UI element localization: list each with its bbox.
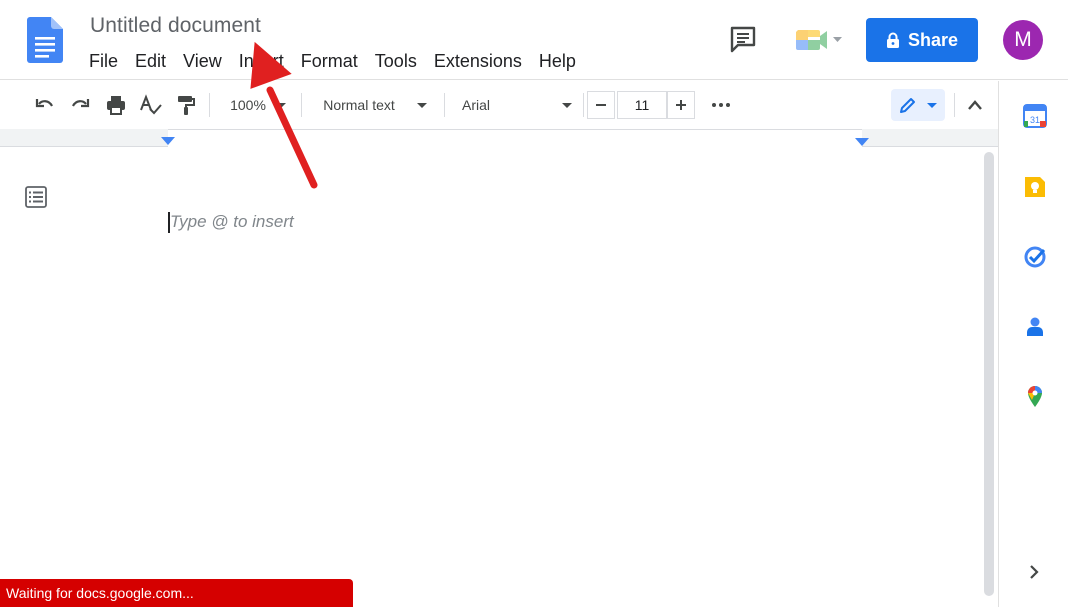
- spellcheck-icon: [140, 94, 162, 115]
- decrease-font-size-button[interactable]: [587, 91, 615, 119]
- chevron-down-icon: [562, 102, 572, 108]
- document-placeholder[interactable]: Type @ to insert: [170, 212, 294, 232]
- docs-logo-icon[interactable]: [27, 17, 63, 63]
- menu-insert[interactable]: Insert: [239, 50, 284, 72]
- paint-format-button[interactable]: [173, 81, 199, 129]
- font-family-select[interactable]: Arial: [458, 81, 576, 129]
- share-button[interactable]: Share: [866, 18, 978, 62]
- zoom-select[interactable]: 100%: [222, 81, 294, 129]
- undo-icon: [35, 99, 53, 108]
- contacts-icon[interactable]: [1022, 314, 1048, 340]
- document-outline-icon[interactable]: [24, 185, 48, 209]
- editing-mode-button[interactable]: [891, 89, 945, 121]
- comments-icon[interactable]: [728, 24, 758, 54]
- menu-extensions[interactable]: Extensions: [434, 50, 522, 72]
- spellcheck-button[interactable]: [138, 81, 164, 129]
- account-avatar[interactable]: M: [1003, 20, 1043, 60]
- toolbar-divider: [301, 93, 302, 117]
- menu-file[interactable]: File: [89, 50, 118, 72]
- app-header: Untitled document File Edit View Insert …: [0, 0, 1068, 80]
- menu-help[interactable]: Help: [539, 50, 576, 72]
- share-label: Share: [907, 29, 959, 50]
- menu-format[interactable]: Format: [301, 50, 358, 72]
- ruler[interactable]: [0, 129, 998, 147]
- menu-edit[interactable]: Edit: [135, 50, 166, 72]
- toolbar-divider: [583, 93, 584, 117]
- document-canvas[interactable]: [0, 148, 998, 607]
- chevron-down-icon: [416, 102, 427, 108]
- document-title[interactable]: Untitled document: [90, 14, 261, 38]
- plus-icon: [676, 100, 686, 110]
- font-family-value: Arial: [462, 97, 491, 113]
- chevron-up-icon: [968, 100, 982, 110]
- menu-bar: File Edit View Insert Format Tools Exten…: [89, 50, 593, 72]
- meet-icon[interactable]: [794, 26, 844, 54]
- keep-icon[interactable]: [1022, 174, 1048, 200]
- side-panel: [998, 81, 1068, 607]
- calendar-icon[interactable]: 31: [1022, 103, 1048, 129]
- toolbar-divider: [444, 93, 445, 117]
- minus-icon: [596, 104, 606, 106]
- chevron-right-icon[interactable]: [1024, 562, 1044, 582]
- chevron-down-icon: [927, 102, 937, 108]
- paragraph-style-value: Normal text: [323, 97, 395, 113]
- undo-button[interactable]: [32, 81, 58, 129]
- tasks-icon[interactable]: [1022, 244, 1048, 270]
- pencil-icon: [900, 98, 915, 113]
- loading-status-bar: Waiting for docs.google.com...: [0, 579, 353, 607]
- collapse-menus-button[interactable]: [962, 81, 988, 129]
- redo-button[interactable]: [67, 81, 93, 129]
- right-indent-marker[interactable]: [855, 138, 869, 146]
- formatting-toolbar: 100% Normal text Arial: [0, 81, 998, 129]
- status-text: Waiting for docs.google.com...: [6, 585, 194, 601]
- chevron-down-icon: [275, 102, 286, 108]
- menu-tools[interactable]: Tools: [375, 50, 417, 72]
- paragraph-style-select[interactable]: Normal text: [316, 81, 434, 129]
- svg-text:31: 31: [1030, 115, 1040, 125]
- ruler-page-area: [168, 129, 862, 147]
- maps-icon[interactable]: [1022, 384, 1048, 410]
- zoom-value: 100%: [230, 97, 266, 113]
- paint-format-icon: [178, 96, 195, 115]
- increase-font-size-button[interactable]: [667, 91, 695, 119]
- print-icon: [107, 96, 125, 115]
- more-options-button[interactable]: [706, 81, 736, 129]
- toolbar-divider: [954, 93, 955, 117]
- toolbar-divider: [209, 93, 210, 117]
- left-indent-marker[interactable]: [161, 137, 175, 145]
- font-size-input[interactable]: 11: [617, 91, 667, 119]
- redo-icon: [72, 99, 90, 108]
- lock-icon: [886, 32, 899, 48]
- more-horizontal-icon: [712, 103, 730, 107]
- vertical-scrollbar[interactable]: [984, 152, 994, 596]
- menu-view[interactable]: View: [183, 50, 222, 72]
- print-button[interactable]: [103, 81, 129, 129]
